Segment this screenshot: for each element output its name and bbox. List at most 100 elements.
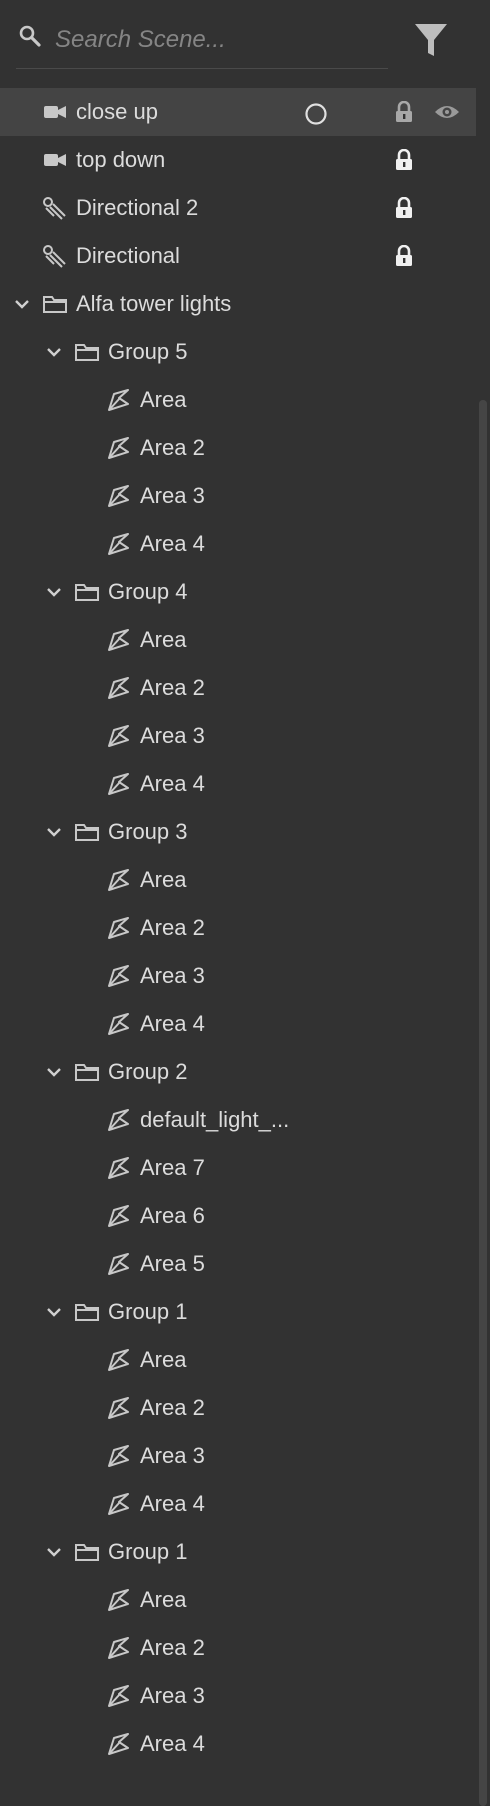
folder-icon bbox=[42, 292, 68, 316]
tree-row[interactable]: Area bbox=[0, 1336, 476, 1384]
tree-row-label: Area 7 bbox=[140, 1155, 205, 1180]
area-light-icon bbox=[106, 964, 132, 988]
area-light-icon bbox=[106, 388, 132, 412]
tree-row-label: Group 2 bbox=[108, 1059, 188, 1084]
lock-icon[interactable] bbox=[394, 244, 414, 267]
chevron-down-icon[interactable] bbox=[46, 1064, 62, 1080]
tree-row[interactable]: Area 2 bbox=[0, 1384, 476, 1432]
chevron-down-icon[interactable] bbox=[46, 1544, 62, 1560]
area-light-icon bbox=[106, 1396, 132, 1420]
area-light-icon bbox=[106, 676, 132, 700]
area-light-icon bbox=[106, 1492, 132, 1516]
circle-icon[interactable] bbox=[304, 102, 328, 126]
tree-row[interactable]: Area 3 bbox=[0, 712, 476, 760]
tree-row-label: Group 3 bbox=[108, 819, 188, 844]
tree-row[interactable]: Area 2 bbox=[0, 424, 476, 472]
tree-row-label: Group 5 bbox=[108, 339, 188, 364]
lock-icon[interactable] bbox=[394, 100, 414, 123]
tree-row[interactable]: Area 6 bbox=[0, 1192, 476, 1240]
tree-row-label: Area 3 bbox=[140, 483, 205, 508]
search-icon bbox=[19, 25, 41, 47]
chevron-down-icon[interactable] bbox=[46, 344, 62, 360]
area-light-icon bbox=[106, 724, 132, 748]
tree-row[interactable]: Area 2 bbox=[0, 904, 476, 952]
tree-row[interactable]: Area 4 bbox=[0, 1720, 476, 1768]
tree-row-label: Area 4 bbox=[140, 531, 205, 556]
tree-row[interactable]: Area 7 bbox=[0, 1144, 476, 1192]
tree-row[interactable]: Group 1 bbox=[0, 1288, 476, 1336]
tree-row[interactable]: Area 2 bbox=[0, 1624, 476, 1672]
lock-icon[interactable] bbox=[394, 196, 414, 219]
area-light-icon bbox=[106, 628, 132, 652]
tree-row-label: Area 4 bbox=[140, 1011, 205, 1036]
area-light-icon bbox=[106, 1204, 132, 1228]
tree-row[interactable]: Area 2 bbox=[0, 664, 476, 712]
scene-tree: close up top down Directional 2 Directional… bbox=[0, 88, 476, 1768]
area-light-icon bbox=[106, 1012, 132, 1036]
area-light-icon bbox=[106, 1108, 132, 1132]
tree-row-label: Group 1 bbox=[108, 1539, 188, 1564]
tree-row[interactable]: Group 4 bbox=[0, 568, 476, 616]
chevron-down-icon[interactable] bbox=[46, 1304, 62, 1320]
folder-icon bbox=[74, 1540, 100, 1564]
area-light-icon bbox=[106, 1444, 132, 1468]
chevron-down-icon[interactable] bbox=[46, 824, 62, 840]
tree-row[interactable]: Group 1 bbox=[0, 1528, 476, 1576]
area-light-icon bbox=[106, 1588, 132, 1612]
chevron-down-icon[interactable] bbox=[46, 584, 62, 600]
area-light-icon bbox=[106, 1636, 132, 1660]
area-light-icon bbox=[106, 916, 132, 940]
tree-row-label: Area 2 bbox=[140, 1395, 205, 1420]
tree-row-label: Area 3 bbox=[140, 723, 205, 748]
tree-row[interactable]: Area 4 bbox=[0, 1000, 476, 1048]
camera-icon bbox=[42, 148, 68, 172]
tree-row[interactable]: Area bbox=[0, 1576, 476, 1624]
tree-row[interactable]: Area 4 bbox=[0, 1480, 476, 1528]
tree-row-label: Area bbox=[140, 867, 187, 892]
filter-icon[interactable] bbox=[412, 20, 450, 60]
search-bar bbox=[0, 0, 490, 78]
tree-row-label: Area 3 bbox=[140, 963, 205, 988]
tree-row-label: Area 4 bbox=[140, 1491, 205, 1516]
tree-row[interactable]: Area 3 bbox=[0, 1432, 476, 1480]
area-light-icon bbox=[106, 1348, 132, 1372]
chevron-down-icon[interactable] bbox=[14, 296, 30, 312]
tree-row[interactable]: Directional bbox=[0, 232, 476, 280]
area-light-icon bbox=[106, 1732, 132, 1756]
tree-row[interactable]: Group 2 bbox=[0, 1048, 476, 1096]
area-light-icon bbox=[106, 1156, 132, 1180]
area-light-icon bbox=[106, 772, 132, 796]
folder-icon bbox=[74, 1300, 100, 1324]
directional-light-icon bbox=[42, 244, 68, 268]
tree-row[interactable]: Group 5 bbox=[0, 328, 476, 376]
camera-icon bbox=[42, 100, 68, 124]
tree-row-label: Area 5 bbox=[140, 1251, 205, 1276]
tree-row[interactable]: Area 3 bbox=[0, 952, 476, 1000]
tree-row-label: Area bbox=[140, 1347, 187, 1372]
tree-row[interactable]: Area bbox=[0, 616, 476, 664]
tree-row[interactable]: Area 3 bbox=[0, 1672, 476, 1720]
tree-row[interactable]: Area 4 bbox=[0, 520, 476, 568]
search-input[interactable] bbox=[55, 22, 375, 58]
tree-row[interactable]: Alfa tower lights bbox=[0, 280, 476, 328]
eye-icon[interactable] bbox=[434, 102, 460, 122]
folder-icon bbox=[74, 820, 100, 844]
tree-row[interactable]: Area 5 bbox=[0, 1240, 476, 1288]
tree-row[interactable]: close up bbox=[0, 88, 476, 136]
tree-row[interactable]: Area bbox=[0, 376, 476, 424]
tree-row[interactable]: default_light_... bbox=[0, 1096, 476, 1144]
tree-row[interactable]: Area 3 bbox=[0, 472, 476, 520]
directional-light-icon bbox=[42, 196, 68, 220]
scrollbar[interactable] bbox=[479, 400, 487, 1806]
scrollbar-thumb[interactable] bbox=[479, 400, 487, 1806]
folder-icon bbox=[74, 1060, 100, 1084]
tree-row[interactable]: Group 3 bbox=[0, 808, 476, 856]
tree-row[interactable]: top down bbox=[0, 136, 476, 184]
tree-row-label: Area 2 bbox=[140, 1635, 205, 1660]
tree-row[interactable]: Area 4 bbox=[0, 760, 476, 808]
tree-row-label: Area 6 bbox=[140, 1203, 205, 1228]
tree-row-label: Area 3 bbox=[140, 1683, 205, 1708]
tree-row[interactable]: Directional 2 bbox=[0, 184, 476, 232]
lock-icon[interactable] bbox=[394, 148, 414, 171]
tree-row[interactable]: Area bbox=[0, 856, 476, 904]
